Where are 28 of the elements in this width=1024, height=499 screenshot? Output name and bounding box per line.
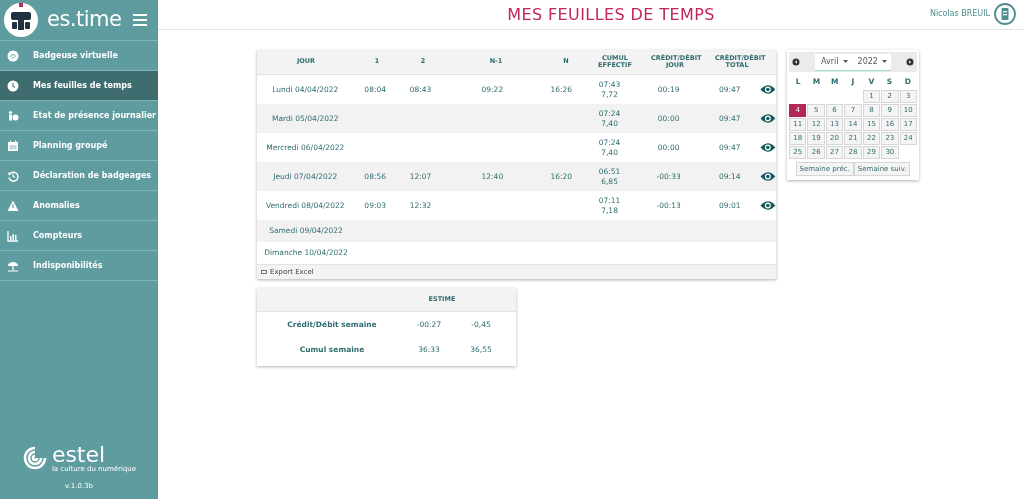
eye-icon[interactable]: [760, 113, 776, 124]
brand-name: estel: [51, 443, 106, 466]
app-name: es.time: [47, 6, 122, 34]
next-month-icon[interactable]: [906, 58, 914, 66]
calendar-icon: [7, 139, 19, 152]
people-icon: [7, 109, 19, 122]
sidebar-item[interactable]: Mes feuilles de temps: [0, 71, 158, 101]
history-icon: [7, 169, 19, 182]
logo-icon: [3, 2, 39, 38]
page-title: MES FEUILLES DE TEMPS: [506, 3, 715, 26]
chart-icon: [7, 229, 19, 242]
caret-icon[interactable]: [881, 60, 887, 63]
month-select[interactable]: Avril: [815, 55, 854, 68]
eye-icon[interactable]: [760, 142, 776, 153]
warning-icon: [7, 199, 19, 212]
caret-icon[interactable]: [842, 60, 848, 63]
user-badge-icon[interactable]: [994, 3, 1016, 25]
spiral-logo-icon: [21, 445, 48, 471]
year-select[interactable]: 2022: [853, 55, 891, 68]
eye-icon[interactable]: [760, 171, 776, 182]
menu-icon[interactable]: [133, 14, 147, 26]
export-icon[interactable]: [261, 269, 267, 275]
eye-icon[interactable]: [760, 84, 776, 95]
umbrella-icon: [7, 259, 19, 272]
previous-month-icon[interactable]: [792, 58, 800, 66]
user-name[interactable]: Nicolas BREUIL: [929, 8, 990, 20]
clock-icon: [7, 79, 19, 92]
eye-icon[interactable]: [760, 200, 776, 211]
